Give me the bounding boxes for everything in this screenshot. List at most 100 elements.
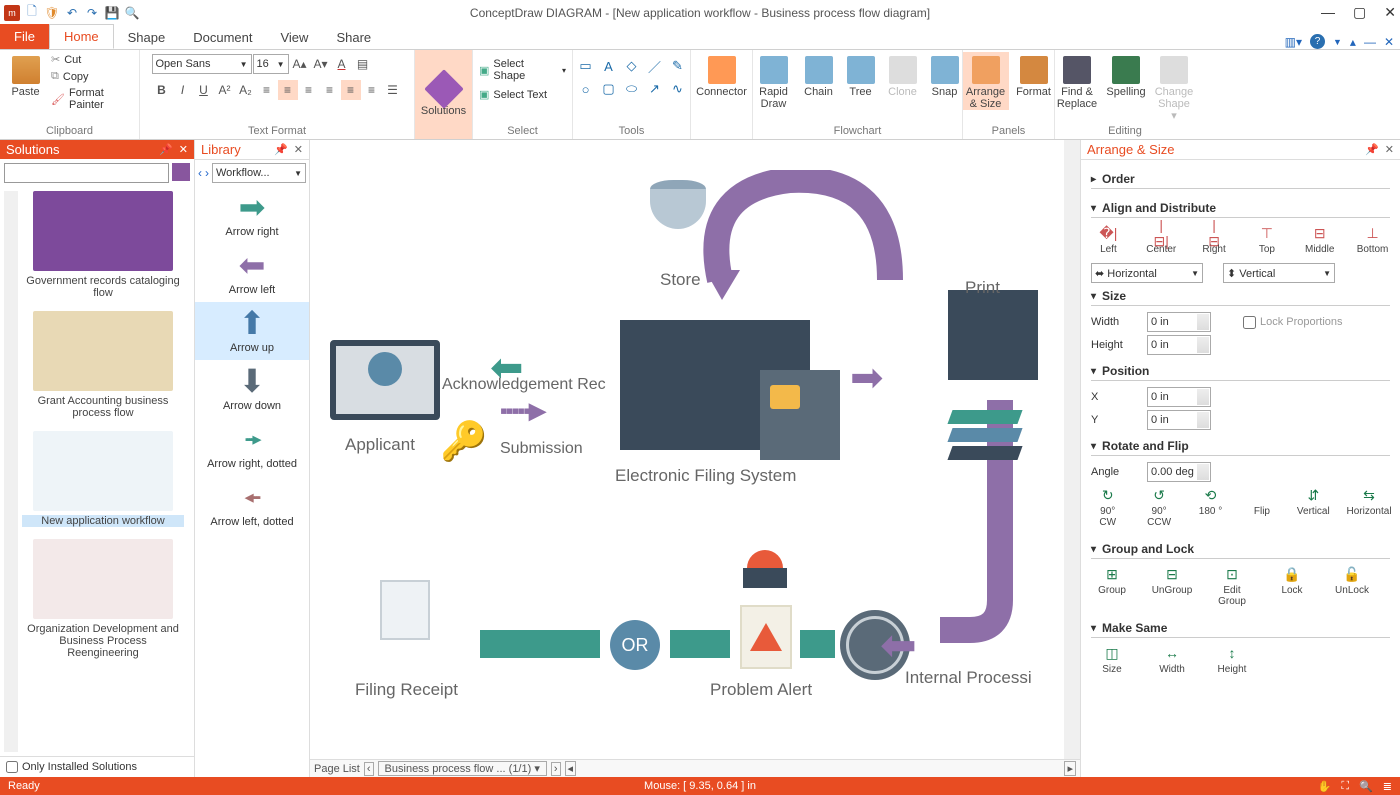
- same-height-button[interactable]: ↕Height: [1211, 644, 1253, 675]
- view-tab[interactable]: View: [266, 26, 322, 49]
- library-item[interactable]: ⬆Arrow up: [195, 302, 309, 360]
- rotate-180-button[interactable]: ⟲180 °: [1194, 486, 1227, 528]
- undo-icon[interactable]: ↶: [64, 5, 80, 21]
- select-shape-button[interactable]: ▣Select Shape▾: [479, 58, 566, 82]
- preview-icon[interactable]: 🔍: [124, 5, 140, 21]
- library-item[interactable]: ▪▪▪▪▶Arrow right, dotted: [195, 418, 309, 476]
- redo-icon[interactable]: ↷: [84, 5, 100, 21]
- underline-icon[interactable]: U: [194, 80, 214, 100]
- align-left-button[interactable]: �|Left: [1091, 224, 1126, 255]
- share-tab[interactable]: Share: [322, 26, 385, 49]
- file-tab[interactable]: File: [0, 24, 49, 49]
- lock-button[interactable]: 🔒Lock: [1271, 565, 1313, 607]
- align-right-icon[interactable]: ≡: [299, 80, 319, 100]
- bold-icon[interactable]: B: [152, 80, 172, 100]
- lock-prop-checkbox[interactable]: [1243, 316, 1256, 329]
- align-center-icon[interactable]: ≡: [278, 80, 298, 100]
- highlight-icon[interactable]: ▤: [353, 54, 373, 74]
- section-order[interactable]: Order: [1091, 166, 1390, 189]
- unlock-button[interactable]: 🔓UnLock: [1331, 565, 1373, 607]
- lib-prev-icon[interactable]: ‹: [198, 166, 202, 180]
- align-middle-button[interactable]: ⊟Middle: [1302, 224, 1337, 255]
- solution-item[interactable]: Government records cataloging flow: [22, 191, 184, 299]
- same-size-button[interactable]: ◫Size: [1091, 644, 1133, 675]
- close-icon[interactable]: ✕: [179, 143, 188, 156]
- restore-icon[interactable]: —: [1364, 35, 1376, 49]
- solutions-search-input[interactable]: [4, 163, 169, 183]
- cut-button[interactable]: ✂Cut: [49, 52, 133, 67]
- align-top-button[interactable]: ⊤Top: [1249, 224, 1284, 255]
- solutions-hub-icon[interactable]: [172, 163, 190, 181]
- section-size[interactable]: Size: [1091, 283, 1390, 306]
- copy-button[interactable]: ⧉Copy: [49, 69, 133, 84]
- chain-button[interactable]: Chain: [800, 52, 838, 98]
- close-button[interactable]: ✕: [1384, 4, 1396, 21]
- panel-toggle-icon[interactable]: ▥▾: [1285, 35, 1302, 49]
- tools-grid[interactable]: ▭A◇／✎ ○▢⬭↗∿: [576, 56, 688, 99]
- section-makesame[interactable]: Make Same: [1091, 615, 1390, 638]
- close-icon[interactable]: ✕: [294, 143, 303, 156]
- shape-tab[interactable]: Shape: [114, 26, 180, 49]
- align-bottom-button[interactable]: ⊥Bottom: [1355, 224, 1390, 255]
- maximize-button[interactable]: ▢: [1353, 4, 1366, 21]
- new-icon[interactable]: 🗋: [24, 5, 40, 21]
- fontsize-input[interactable]: 16▼: [253, 54, 289, 74]
- x-input[interactable]: 0 in: [1147, 387, 1211, 407]
- pin-icon[interactable]: 📌: [274, 143, 288, 156]
- only-installed-checkbox[interactable]: [6, 761, 18, 773]
- y-input[interactable]: 0 in: [1147, 410, 1211, 430]
- snap-button[interactable]: Snap: [926, 52, 964, 98]
- home-tab[interactable]: Home: [49, 24, 114, 49]
- close-icon[interactable]: ✕: [1385, 143, 1394, 156]
- line-spacing-icon[interactable]: ☰: [383, 80, 403, 100]
- align-right-button[interactable]: | ⊟Right: [1197, 224, 1232, 255]
- italic-icon[interactable]: I: [173, 80, 193, 100]
- collapse-ribbon-icon[interactable]: ▴: [1350, 35, 1356, 49]
- find-replace-button[interactable]: Find & Replace: [1054, 52, 1100, 110]
- section-position[interactable]: Position: [1091, 358, 1390, 381]
- library-item[interactable]: ⬅Arrow left: [195, 244, 309, 302]
- solution-item[interactable]: Organization Development and Business Pr…: [22, 539, 184, 659]
- rapid-draw-button[interactable]: Rapid Draw: [752, 52, 796, 110]
- section-align[interactable]: Align and Distribute: [1091, 195, 1390, 218]
- spelling-button[interactable]: Spelling: [1104, 52, 1148, 98]
- section-group[interactable]: Group and Lock: [1091, 536, 1390, 559]
- clone-button[interactable]: Clone: [884, 52, 922, 98]
- editgroup-button[interactable]: ⊡Edit Group: [1211, 565, 1253, 607]
- connector-button[interactable]: Connector: [700, 52, 744, 98]
- fit-icon[interactable]: ⛶: [1341, 780, 1349, 793]
- zoom-icon[interactable]: 🔍: [1359, 780, 1373, 793]
- tree-button[interactable]: Tree: [842, 52, 880, 98]
- valign-top-icon[interactable]: ≡: [320, 80, 340, 100]
- minimize-button[interactable]: —: [1321, 4, 1335, 21]
- close2-icon[interactable]: ✕: [1384, 35, 1394, 49]
- distribute-v-select[interactable]: ⬍ Vertical▼: [1223, 263, 1335, 283]
- ungroup-button[interactable]: ⊟UnGroup: [1151, 565, 1193, 607]
- select-text-button[interactable]: ▣Select Text: [479, 88, 547, 101]
- valign-mid-icon[interactable]: ≡: [341, 80, 361, 100]
- grow-font-icon[interactable]: A▴: [290, 54, 310, 74]
- chevron-down-icon[interactable]: ▼: [1333, 37, 1342, 47]
- pin-icon[interactable]: 📌: [159, 143, 173, 156]
- solution-item[interactable]: New application workflow: [22, 431, 184, 527]
- page-select[interactable]: Business process flow ... (1/1) ▾: [378, 761, 547, 776]
- superscript-icon[interactable]: A²: [215, 80, 235, 100]
- distribute-h-select[interactable]: ⬌ Horizontal▼: [1091, 263, 1203, 283]
- shrink-font-icon[interactable]: A▾: [311, 54, 331, 74]
- format-button[interactable]: Format: [1013, 52, 1055, 98]
- save-icon[interactable]: 💾: [104, 5, 120, 21]
- layers-icon[interactable]: ≣: [1383, 780, 1392, 793]
- align-center-button[interactable]: |⊟|Center: [1144, 224, 1179, 255]
- solutions-button[interactable]: Solutions: [415, 50, 472, 139]
- section-rotate[interactable]: Rotate and Flip: [1091, 433, 1390, 456]
- pin-icon[interactable]: 📌: [1365, 143, 1379, 156]
- align-left-icon[interactable]: ≡: [257, 80, 277, 100]
- library-item[interactable]: ➡Arrow right: [195, 186, 309, 244]
- help-icon[interactable]: ?: [1310, 34, 1325, 49]
- library-item[interactable]: ◀▪▪▪▪Arrow left, dotted: [195, 476, 309, 534]
- solution-item[interactable]: Grant Accounting business process flow: [22, 311, 184, 419]
- same-width-button[interactable]: ↔Width: [1151, 644, 1193, 675]
- rotate-ccw-button[interactable]: ↺90° CCW: [1142, 486, 1175, 528]
- vscrollbar[interactable]: [1064, 140, 1080, 759]
- group-button[interactable]: ⊞Group: [1091, 565, 1133, 607]
